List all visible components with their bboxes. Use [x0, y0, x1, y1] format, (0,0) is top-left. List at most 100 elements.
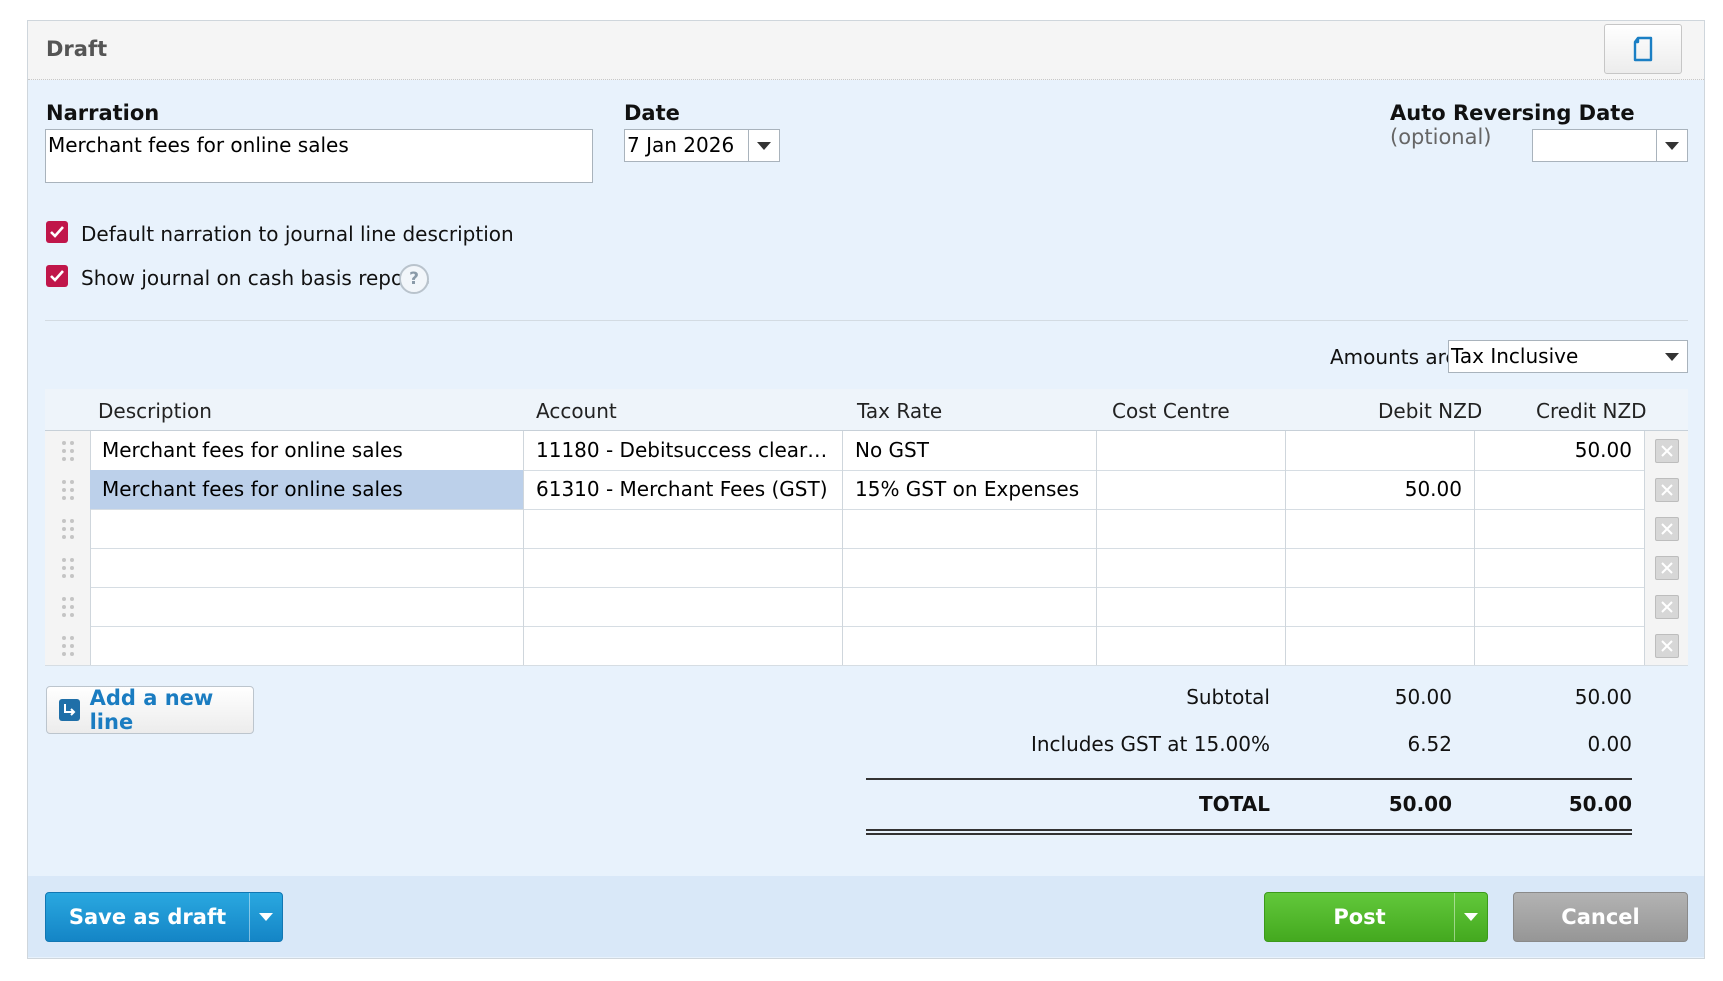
auto-reversing-dropdown-button[interactable]	[1656, 130, 1687, 161]
post-options-dropdown-button[interactable]	[1454, 893, 1487, 941]
cash-basis-checkbox[interactable]	[46, 265, 68, 287]
description-cell[interactable]	[90, 548, 524, 587]
column-header-account: Account	[536, 399, 617, 423]
amounts-dropdown-button[interactable]	[1657, 341, 1687, 372]
delete-line-button[interactable]	[1645, 587, 1688, 626]
total-divider-top	[866, 778, 1632, 780]
date-value: 7 Jan 2026	[627, 133, 735, 157]
gst-label: Includes GST at 15.00%	[1030, 732, 1270, 756]
tax-rate-cell[interactable]	[843, 626, 1097, 665]
table-row	[45, 509, 1688, 549]
tax-rate-cell[interactable]: 15% GST on Expenses	[843, 470, 1097, 509]
table-row: Merchant fees for online sales 61310 - M…	[45, 470, 1688, 510]
cost-centre-cell[interactable]	[1097, 587, 1286, 626]
checkmark-icon	[50, 226, 64, 238]
cost-centre-cell[interactable]	[1097, 548, 1286, 587]
cash-basis-label: Show journal on cash basis reports	[81, 266, 430, 290]
description-cell[interactable]: Merchant fees for online sales	[90, 431, 524, 470]
date-dropdown-button[interactable]	[748, 130, 779, 161]
credit-cell[interactable]	[1475, 470, 1645, 509]
help-icon[interactable]: ?	[399, 264, 429, 294]
optional-hint: (optional)	[1390, 125, 1492, 149]
chevron-down-icon	[757, 141, 771, 150]
cost-centre-cell[interactable]	[1097, 626, 1286, 665]
column-header-debit: Debit NZD	[1378, 399, 1483, 423]
subtotal-label: Subtotal	[1186, 685, 1270, 709]
debit-cell[interactable]	[1286, 587, 1475, 626]
account-cell[interactable]	[524, 548, 843, 587]
tax-rate-cell[interactable]: No GST	[843, 431, 1097, 470]
delete-line-button[interactable]	[1645, 626, 1688, 665]
amounts-value: Tax Inclusive	[1451, 344, 1579, 368]
cost-centre-cell[interactable]	[1097, 470, 1286, 509]
total-divider-double-2	[866, 833, 1632, 835]
tax-rate-cell[interactable]	[843, 548, 1097, 587]
save-as-draft-button[interactable]: Save as draft	[46, 905, 249, 929]
account-cell[interactable]	[524, 509, 843, 548]
table-row	[45, 587, 1688, 627]
default-narration-checkbox[interactable]	[46, 221, 68, 243]
chevron-down-icon	[1665, 352, 1679, 361]
debit-cell[interactable]	[1286, 431, 1475, 470]
gst-debit: 6.52	[1407, 732, 1452, 756]
chevron-down-icon	[259, 913, 273, 921]
debit-cell[interactable]: 50.00	[1286, 470, 1475, 509]
drag-handle-icon[interactable]	[45, 626, 91, 665]
drag-handle-icon[interactable]	[45, 587, 91, 626]
total-divider-double-1	[866, 829, 1632, 831]
subtotal-credit: 50.00	[1574, 685, 1632, 709]
document-button[interactable]	[1604, 24, 1682, 74]
narration-input[interactable]: Merchant fees for online sales	[45, 129, 593, 183]
date-picker[interactable]: 7 Jan 2026	[624, 129, 780, 162]
account-cell[interactable]	[524, 626, 843, 665]
description-cell[interactable]	[90, 509, 524, 548]
description-cell[interactable]	[90, 587, 524, 626]
delete-line-button[interactable]	[1645, 470, 1688, 509]
delete-line-button[interactable]	[1645, 509, 1688, 548]
column-header-description: Description	[98, 399, 212, 423]
description-cell[interactable]: Merchant fees for online sales	[90, 470, 524, 509]
credit-cell[interactable]	[1475, 626, 1645, 665]
close-icon	[1660, 444, 1673, 457]
description-cell[interactable]	[90, 626, 524, 665]
table-row	[45, 626, 1688, 666]
add-line-icon	[59, 699, 80, 721]
add-new-line-button[interactable]: Add a new line	[46, 686, 254, 734]
cost-centre-cell[interactable]	[1097, 431, 1286, 470]
cost-centre-cell[interactable]	[1097, 509, 1286, 548]
drag-handle-icon[interactable]	[45, 470, 91, 509]
account-cell[interactable]	[524, 587, 843, 626]
tax-rate-cell[interactable]	[843, 587, 1097, 626]
debit-cell[interactable]	[1286, 548, 1475, 587]
credit-cell[interactable]	[1475, 509, 1645, 548]
save-options-dropdown-button[interactable]	[249, 893, 282, 941]
account-cell[interactable]: 61310 - Merchant Fees (GST)	[524, 470, 843, 509]
drag-handle-icon[interactable]	[45, 431, 91, 470]
credit-cell[interactable]: 50.00	[1475, 431, 1645, 470]
debit-cell[interactable]	[1286, 626, 1475, 665]
cancel-label: Cancel	[1561, 905, 1640, 929]
save-as-draft-button-group: Save as draft	[45, 892, 283, 942]
status-title: Draft	[46, 37, 108, 61]
auto-reversing-label-text: Auto Reversing Date	[1390, 101, 1635, 125]
auto-reversing-date-picker[interactable]	[1532, 129, 1688, 162]
total-credit: 50.00	[1568, 792, 1632, 816]
column-header-tax-rate: Tax Rate	[857, 399, 943, 423]
chevron-down-icon	[1464, 913, 1478, 921]
delete-line-button[interactable]	[1645, 431, 1688, 470]
credit-cell[interactable]	[1475, 548, 1645, 587]
drag-handle-icon[interactable]	[45, 509, 91, 548]
account-cell[interactable]: 11180 - Debitsuccess clearing a…	[524, 431, 843, 470]
post-button-group: Post	[1264, 892, 1488, 942]
narration-label: Narration	[46, 101, 160, 125]
post-button[interactable]: Post	[1265, 905, 1454, 929]
credit-cell[interactable]	[1475, 587, 1645, 626]
delete-line-button[interactable]	[1645, 548, 1688, 587]
amounts-select[interactable]: Tax Inclusive	[1448, 340, 1688, 373]
tax-rate-cell[interactable]	[843, 509, 1097, 548]
cancel-button[interactable]: Cancel	[1513, 892, 1688, 942]
close-icon	[1660, 561, 1673, 574]
drag-handle-icon[interactable]	[45, 548, 91, 587]
close-icon	[1660, 483, 1673, 496]
debit-cell[interactable]	[1286, 509, 1475, 548]
